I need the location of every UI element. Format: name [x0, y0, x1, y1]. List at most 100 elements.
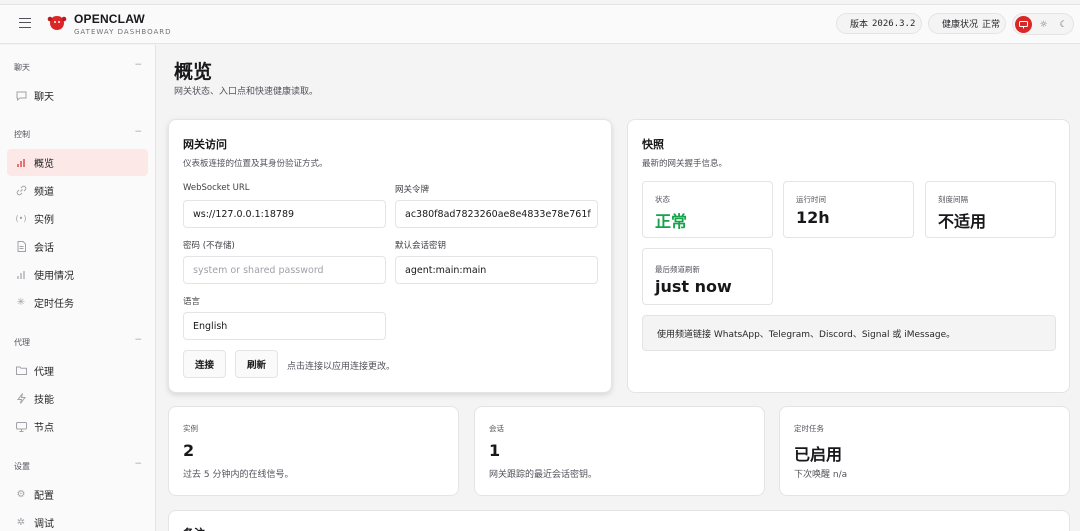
monitor-icon[interactable]: [1015, 16, 1032, 33]
stat-value: 正常: [655, 212, 688, 231]
password-label: 密码 (不存储): [183, 241, 235, 251]
connect-hint: 点击连接以应用连接更改。: [287, 362, 396, 372]
cron-card: 定时任务 已启用 下次唤醒 n/a: [779, 406, 1070, 496]
collapse-icon[interactable]: −: [134, 127, 142, 137]
sidebar-item-skills[interactable]: 技能: [7, 385, 148, 412]
uptime-stat: 运行时间 12h: [783, 181, 914, 238]
group-label: 代理: [14, 338, 30, 347]
sidebar-item-agents[interactable]: 代理: [7, 357, 148, 384]
sessions-card: 会话 1 网关跟踪的最近会话密钥。: [474, 406, 765, 496]
sidebar-item-label: 聊天: [34, 92, 54, 103]
card-label: 实例: [183, 424, 198, 433]
stat-value: 12h: [796, 208, 830, 227]
menu-toggle-icon[interactable]: [19, 18, 31, 28]
sidebar-item-sessions[interactable]: 会话: [7, 233, 148, 260]
stat-label: 运行时间: [796, 195, 826, 204]
page-title: 概览: [174, 61, 213, 83]
sidebar: 聊天 − 聊天 控制 − 概览 频道 (•) 实例 会话 使用情况 ✳ 定时任务…: [0, 45, 156, 531]
brand-subtitle: GATEWAY DASHBOARD: [74, 28, 172, 36]
channel-callout: 使用频道链接 WhatsApp、Telegram、Discord、Signal …: [642, 315, 1056, 351]
stat-label: 最后频道刷新: [655, 265, 700, 274]
card-subtext: 过去 5 分钟内的在线信号。: [183, 470, 294, 480]
moon-icon[interactable]: ☾: [1055, 16, 1072, 33]
chat-bubble-icon: [15, 90, 27, 102]
sidebar-item-label: 频道: [34, 187, 54, 198]
sidebar-item-debug[interactable]: ✲ 调试: [7, 509, 148, 531]
last-channel-refresh-stat: 最后频道刷新 just now: [642, 248, 773, 305]
sidebar-item-label: 定时任务: [34, 299, 74, 310]
lobster-logo-icon: [47, 16, 67, 30]
sidebar-item-config[interactable]: ⚙ 配置: [7, 481, 148, 508]
lightning-icon: [15, 393, 27, 405]
card-value: 2: [183, 441, 195, 460]
card-description: 最新的网关握手信息。: [642, 159, 728, 169]
collapse-icon[interactable]: −: [134, 335, 142, 345]
refresh-button[interactable]: 刷新: [235, 350, 278, 378]
sidebar-item-label: 调试: [34, 519, 54, 530]
sidebar-item-overview[interactable]: 概览: [7, 149, 148, 176]
document-icon: [15, 241, 27, 253]
health-value: 正常: [982, 20, 1001, 30]
card-title: 网关访问: [183, 138, 227, 151]
password-input[interactable]: system or shared password: [183, 256, 386, 284]
websocket-url-label: WebSocket URL: [183, 183, 250, 193]
tick-interval-stat: 刻度间隔 不适用: [925, 181, 1056, 238]
sidebar-item-label: 配置: [34, 491, 54, 502]
page-subtitle: 网关状态、入口点和快速健康读取。: [174, 87, 319, 97]
group-label: 设置: [14, 462, 30, 471]
card-subtext: 网关跟踪的最近会话密钥。: [489, 470, 598, 480]
sidebar-group-chat[interactable]: 聊天 −: [14, 60, 142, 73]
status-stat: 状态 正常: [642, 181, 773, 238]
sidebar-item-label: 会话: [34, 243, 54, 254]
session-key-label: 默认会话密钥: [395, 241, 447, 251]
stat-value: 不适用: [938, 212, 987, 231]
sidebar-item-label: 技能: [34, 395, 54, 406]
health-pill: 健康状况 正常: [928, 13, 1006, 34]
gateway-token-input[interactable]: ac380f8ad7823260ae8e4833e78e761f: [395, 200, 598, 228]
card-value: 已启用: [794, 445, 843, 464]
sidebar-item-cron[interactable]: ✳ 定时任务: [7, 289, 148, 316]
card-title: 快照: [642, 138, 664, 151]
sidebar-item-nodes[interactable]: 节点: [7, 413, 148, 440]
health-label: 健康状况: [942, 20, 979, 30]
link-icon: [15, 185, 27, 197]
bar-chart-icon: [15, 269, 27, 281]
top-bar: OPENCLAW GATEWAY DASHBOARD 版本 2026.3.2 健…: [0, 4, 1080, 44]
snapshot-card: 快照 最新的网关握手信息。 状态 正常 运行时间 12h 刻度间隔 不适用 最后…: [627, 119, 1070, 393]
sun-icon[interactable]: ☼: [1035, 16, 1052, 33]
sidebar-item-chat[interactable]: 聊天: [7, 82, 148, 109]
sidebar-group-control[interactable]: 控制 −: [14, 127, 142, 140]
loader-icon: ✳: [16, 297, 26, 308]
group-label: 控制: [14, 130, 30, 139]
stat-value: just now: [655, 277, 732, 296]
card-title: 备注: [183, 525, 205, 531]
brand: OPENCLAW GATEWAY DASHBOARD: [74, 13, 172, 36]
language-label: 语言: [183, 297, 201, 307]
instances-card: 实例 2 过去 5 分钟内的在线信号。: [168, 406, 459, 496]
sidebar-item-channels[interactable]: 频道: [7, 177, 148, 204]
sidebar-item-instances[interactable]: (•) 实例: [7, 205, 148, 232]
collapse-icon[interactable]: −: [134, 60, 142, 70]
card-subtext: 下次唤醒 n/a: [794, 470, 848, 480]
card-value: 1: [489, 441, 501, 460]
sidebar-item-label: 代理: [34, 367, 54, 378]
notes-card: 备注: [168, 510, 1070, 531]
card-label: 会话: [489, 424, 504, 433]
gear-icon: ⚙: [16, 489, 26, 500]
version-value: 2026.3.2: [872, 18, 916, 29]
websocket-url-input[interactable]: ws://127.0.0.1:18789: [183, 200, 386, 228]
version-label: 版本: [850, 20, 869, 30]
folder-icon: [15, 365, 27, 377]
monitor-icon: [15, 421, 27, 433]
sidebar-group-settings[interactable]: 设置 −: [14, 459, 142, 472]
sidebar-item-label: 节点: [34, 423, 54, 434]
collapse-icon[interactable]: −: [134, 459, 142, 469]
bug-icon: ✲: [16, 517, 26, 528]
connect-button[interactable]: 连接: [183, 350, 226, 378]
language-select[interactable]: English: [183, 312, 386, 340]
session-key-input[interactable]: agent:main:main: [395, 256, 598, 284]
stat-label: 状态: [655, 195, 670, 204]
sidebar-group-agent[interactable]: 代理 −: [14, 335, 142, 348]
sidebar-item-usage[interactable]: 使用情况: [7, 261, 148, 288]
sidebar-item-label: 实例: [34, 215, 54, 226]
